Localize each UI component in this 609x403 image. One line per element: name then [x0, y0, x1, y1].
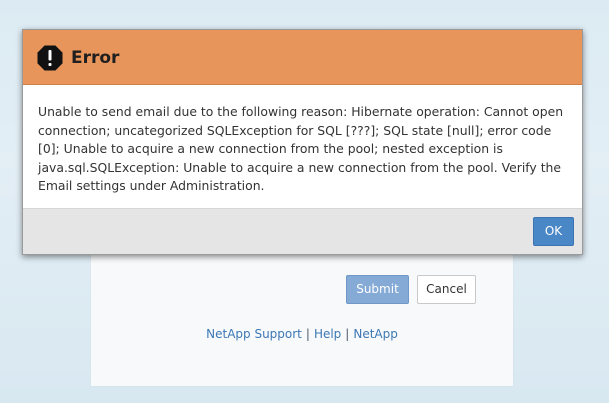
error-dialog: Error Unable to send email due to the fo…: [22, 29, 583, 255]
error-message: Unable to send email due to the followin…: [38, 104, 564, 193]
dialog-footer: OK: [23, 208, 582, 254]
footer-separator: |: [305, 327, 310, 341]
dialog-header: Error: [23, 30, 582, 85]
netapp-support-link[interactable]: NetApp Support: [206, 327, 302, 341]
exclamation-octagon-icon: [37, 45, 63, 71]
cancel-button[interactable]: Cancel: [417, 275, 476, 304]
dialog-title: Error: [71, 48, 120, 68]
help-link[interactable]: Help: [314, 327, 341, 341]
login-form-panel: [91, 240, 513, 386]
footer-links: NetApp Support | Help | NetApp: [91, 327, 513, 341]
ok-button[interactable]: OK: [533, 217, 574, 246]
netapp-link[interactable]: NetApp: [353, 327, 398, 341]
submit-button[interactable]: Submit: [346, 275, 409, 304]
footer-separator: |: [345, 327, 350, 341]
